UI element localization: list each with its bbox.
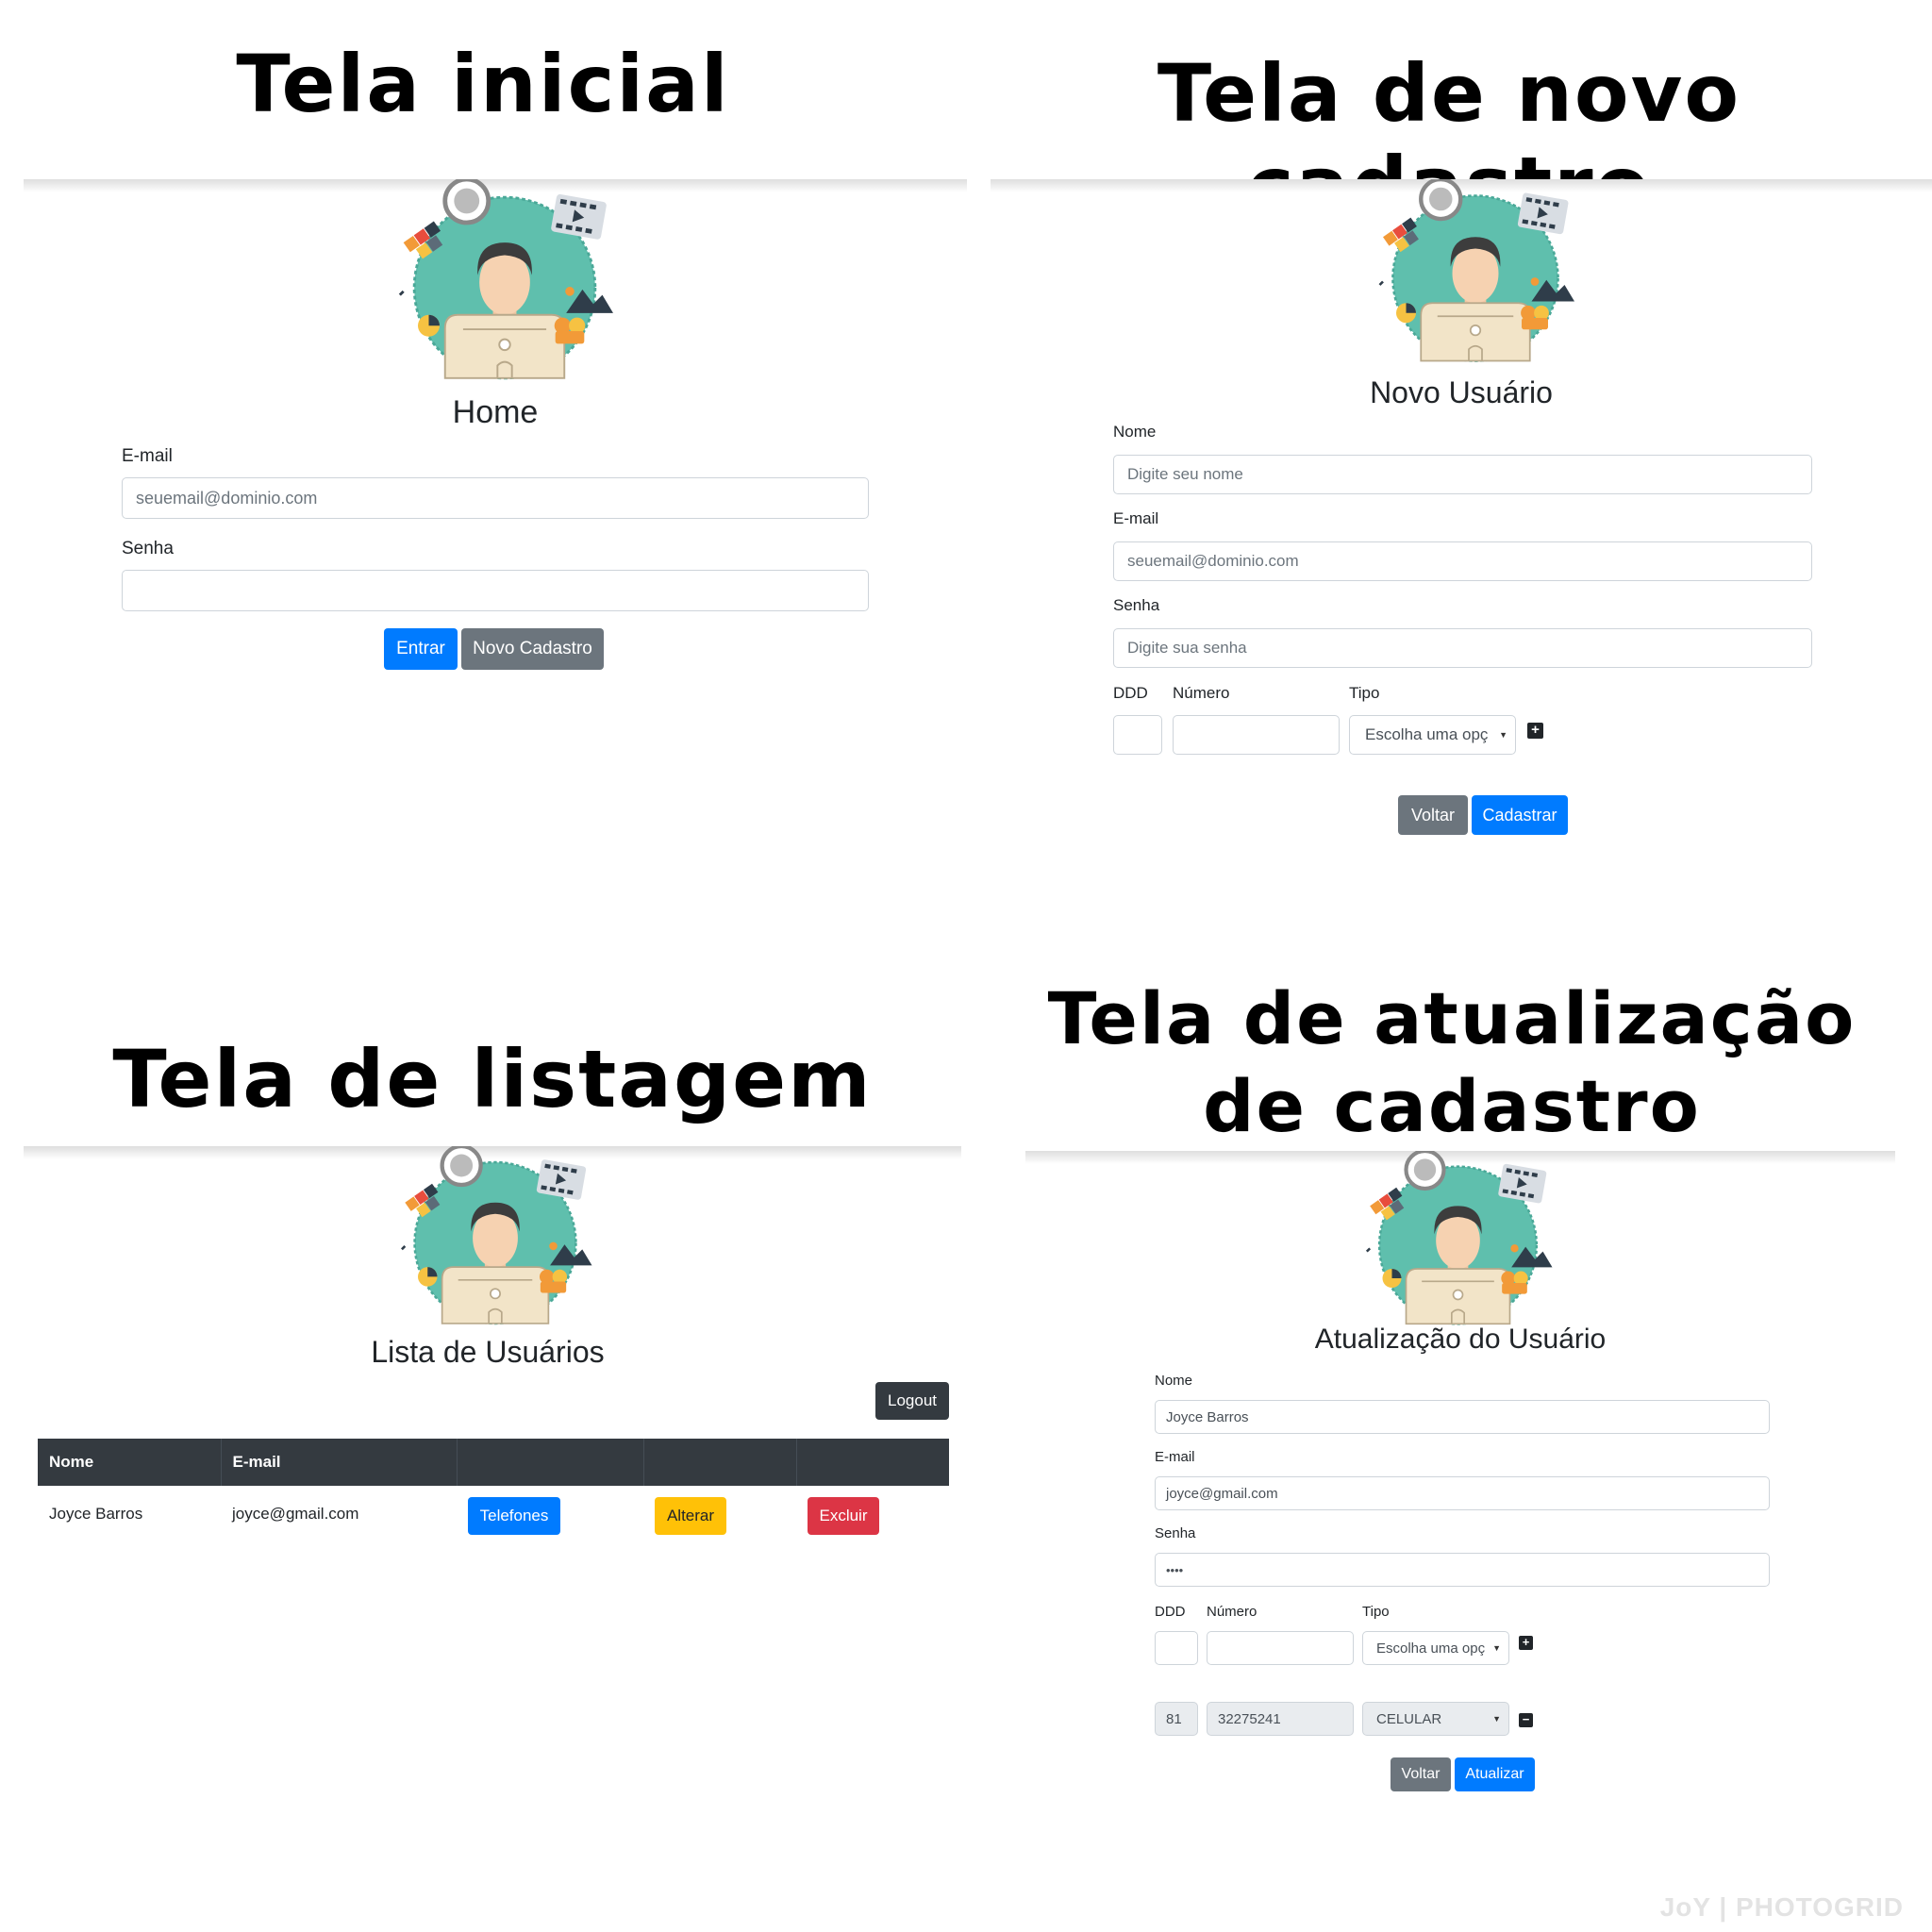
update-button[interactable]: Atualizar — [1455, 1757, 1535, 1791]
column-header: E-mail — [221, 1439, 458, 1486]
update-screen-panel: Tela de atualização de cadastro Atualiza… — [966, 943, 1932, 1932]
email-input[interactable]: seuemail@dominio.com — [122, 477, 869, 519]
signup-screen: Novo Usuário Nome Digite seu nome E-mail… — [991, 179, 1932, 858]
home-heading: Tela inicial — [236, 38, 730, 130]
update-heading-line2: de cadastro — [1203, 1064, 1701, 1148]
phone-type-value: CELULAR — [1376, 1710, 1442, 1727]
update-heading-line1: Tela de atualização — [1047, 976, 1857, 1060]
ddd-label: DDD — [1155, 1604, 1186, 1620]
update-screen: Atualização do Usuário Nome Joyce Barros… — [1025, 1151, 1895, 1849]
watermark: JoY | PHOTOGRID — [1659, 1892, 1904, 1922]
type-select[interactable]: Escolha uma opç ▼ — [1349, 715, 1516, 755]
table-row: Joyce Barros joyce@gmail.com Telefones A… — [38, 1486, 949, 1542]
name-label: Nome — [1113, 423, 1157, 441]
number-label: Número — [1173, 684, 1230, 702]
caret-down-icon: ▼ — [1499, 730, 1507, 740]
column-header — [457, 1439, 644, 1486]
email-input[interactable]: seuemail@dominio.com — [1113, 541, 1812, 581]
column-header — [643, 1439, 797, 1486]
caret-down-icon: ▼ — [1492, 1643, 1501, 1653]
phones-button[interactable]: Telefones — [468, 1497, 560, 1535]
list-heading: Tela de listagem — [112, 1033, 873, 1125]
ddd-input[interactable] — [1113, 715, 1162, 755]
page-title: Lista de Usuários — [371, 1335, 605, 1369]
avatar-illustration — [363, 179, 646, 396]
table-header-row: Nome E-mail — [38, 1439, 949, 1486]
enter-button[interactable]: Entrar — [384, 628, 458, 670]
signup-screen-panel: Tela de novo cadastro Novo Usuário Nome … — [966, 0, 1932, 943]
edit-button[interactable]: Alterar — [655, 1497, 726, 1535]
submit-button[interactable]: Cadastrar — [1472, 795, 1568, 835]
name-label: Nome — [1155, 1373, 1193, 1389]
delete-cell: Excluir — [796, 1486, 949, 1542]
delete-button[interactable]: Excluir — [808, 1497, 879, 1535]
page-title: Home — [452, 394, 539, 430]
home-screen-panel: Tela inicial Home E-mail seuemail@domini… — [0, 0, 967, 943]
email-label: E-mail — [1113, 509, 1159, 527]
new-signup-button[interactable]: Novo Cadastro — [461, 628, 604, 670]
name-input[interactable]: Joyce Barros — [1155, 1400, 1770, 1434]
user-email-cell: joyce@gmail.com — [232, 1505, 359, 1523]
type-label: Tipo — [1349, 684, 1380, 702]
phone-type-select[interactable]: CELULAR ▼ — [1362, 1702, 1509, 1736]
avatar-illustration — [1343, 179, 1607, 377]
plus-square-icon[interactable]: + — [1519, 1636, 1533, 1650]
phones-cell: Telefones — [457, 1486, 643, 1542]
email-input[interactable]: joyce@gmail.com — [1155, 1476, 1770, 1510]
back-button[interactable]: Voltar — [1398, 795, 1468, 835]
column-header: Nome — [38, 1439, 222, 1486]
minus-square-icon[interactable]: − — [1519, 1713, 1533, 1727]
type-select-value: Escolha uma opç — [1376, 1640, 1486, 1657]
ddd-input[interactable] — [1155, 1631, 1198, 1665]
phone-number-input[interactable]: 32275241 — [1207, 1702, 1354, 1736]
password-label: Senha — [1155, 1525, 1196, 1541]
password-label: Senha — [122, 539, 174, 558]
page-title: Novo Usuário — [1370, 375, 1553, 409]
plus-square-icon[interactable]: + — [1527, 723, 1543, 739]
home-screen: Home E-mail seuemail@dominio.com Senha E… — [24, 179, 967, 840]
name-input[interactable]: Digite seu nome — [1113, 455, 1812, 494]
email-label: E-mail — [1155, 1449, 1195, 1465]
ddd-label: DDD — [1113, 684, 1148, 702]
type-select[interactable]: Escolha uma opç ▼ — [1362, 1631, 1509, 1665]
type-select-value: Escolha uma opç — [1365, 725, 1489, 743]
page-title: Atualização do Usuário — [1314, 1324, 1607, 1355]
caret-down-icon: ▼ — [1492, 1714, 1501, 1724]
number-input[interactable] — [1173, 715, 1340, 755]
number-input[interactable] — [1207, 1631, 1354, 1665]
number-label: Número — [1207, 1604, 1257, 1620]
type-label: Tipo — [1362, 1604, 1390, 1620]
list-screen-panel: Tela de listagem Lista de Usuários Logou… — [0, 943, 966, 1932]
password-input[interactable]: Digite sua senha — [1113, 628, 1812, 668]
column-header — [796, 1439, 949, 1486]
back-button[interactable]: Voltar — [1391, 1757, 1451, 1791]
logout-button[interactable]: Logout — [875, 1382, 949, 1420]
avatar-illustration — [1333, 1151, 1583, 1340]
phone-ddd-input[interactable]: 81 — [1155, 1702, 1198, 1736]
email-label: E-mail — [122, 446, 173, 466]
avatar-illustration — [368, 1146, 623, 1340]
users-table: Nome E-mail Joyce Barros joyce@gmail.com… — [38, 1439, 949, 1542]
edit-cell: Alterar — [643, 1486, 796, 1542]
password-input[interactable]: •••• — [1155, 1553, 1770, 1587]
password-input[interactable] — [122, 570, 869, 611]
password-label: Senha — [1113, 596, 1160, 614]
user-name-cell: Joyce Barros — [49, 1505, 143, 1523]
list-screen: Lista de Usuários Logout Nome E-mail Joy… — [24, 1146, 961, 1674]
